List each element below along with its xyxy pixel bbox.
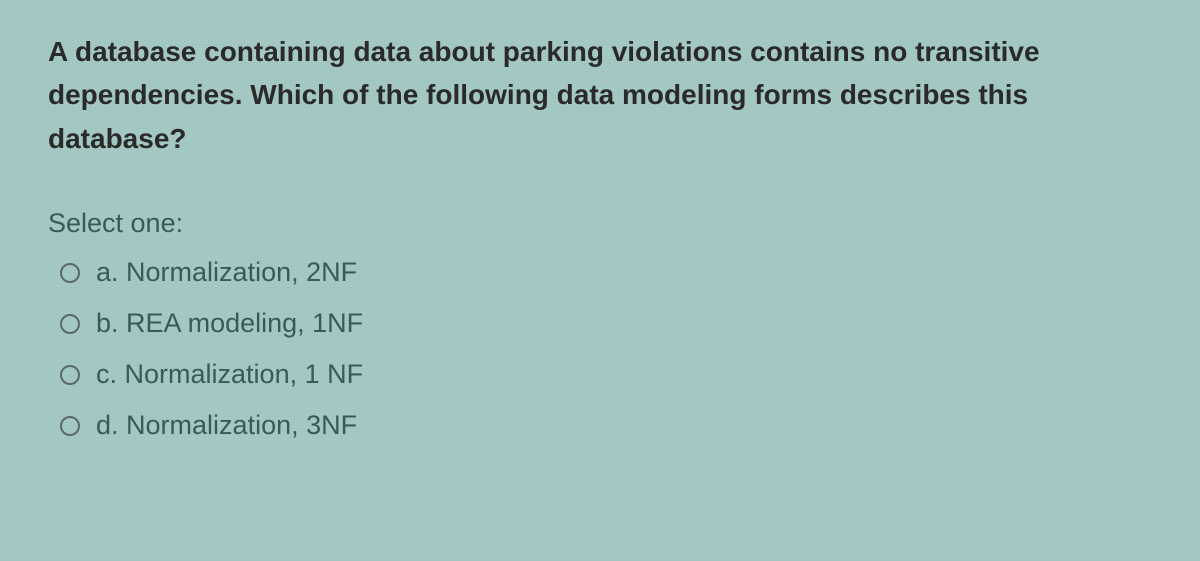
- option-label: a. Normalization, 2NF: [96, 257, 357, 288]
- options-group: a. Normalization, 2NF b. REA modeling, 1…: [48, 257, 1152, 441]
- radio-icon: [60, 263, 80, 283]
- option-label: c. Normalization, 1 NF: [96, 359, 363, 390]
- option-b[interactable]: b. REA modeling, 1NF: [60, 308, 1152, 339]
- option-c[interactable]: c. Normalization, 1 NF: [60, 359, 1152, 390]
- option-d[interactable]: d. Normalization, 3NF: [60, 410, 1152, 441]
- radio-icon: [60, 314, 80, 334]
- select-one-label: Select one:: [48, 208, 1152, 239]
- radio-icon: [60, 365, 80, 385]
- option-a[interactable]: a. Normalization, 2NF: [60, 257, 1152, 288]
- radio-icon: [60, 416, 80, 436]
- option-label: d. Normalization, 3NF: [96, 410, 357, 441]
- option-label: b. REA modeling, 1NF: [96, 308, 363, 339]
- question-text: A database containing data about parking…: [48, 30, 1152, 160]
